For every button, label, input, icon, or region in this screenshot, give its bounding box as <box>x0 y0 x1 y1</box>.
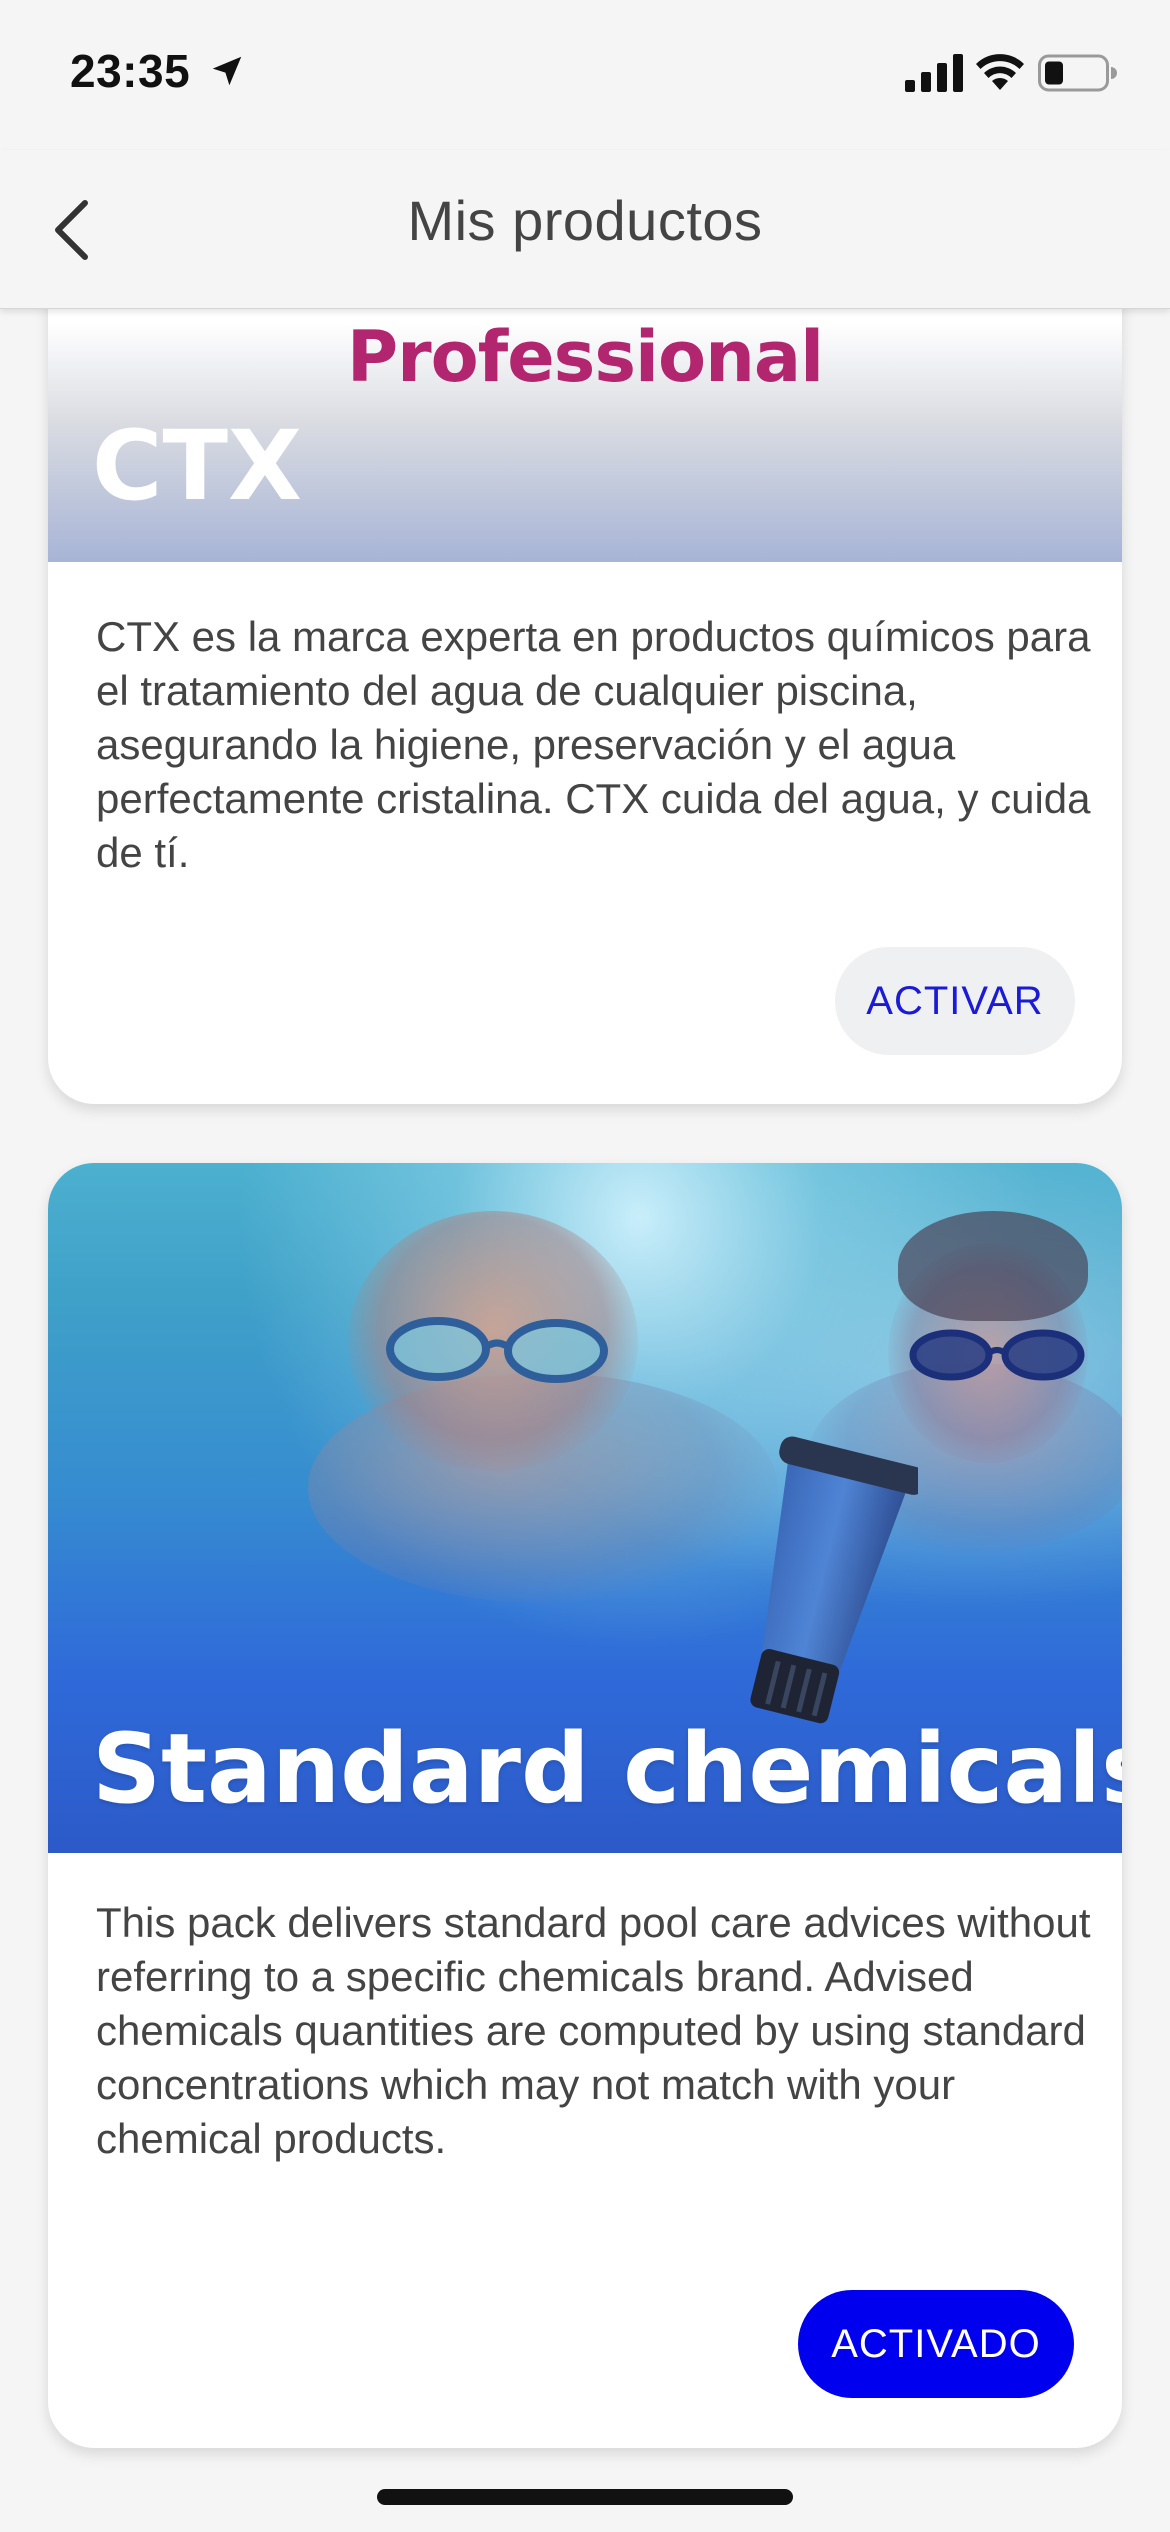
goggles-image <box>386 1317 608 1383</box>
status-bar: 23:35 <box>0 0 1170 150</box>
wifi-icon <box>976 54 1024 90</box>
product-card-standard-chemicals: Standard chemicals This pack delivers st… <box>48 1163 1122 2448</box>
ctx-logo-text: Professional <box>346 316 824 398</box>
page-title: Mis productos <box>407 189 763 252</box>
card-title: CTX <box>92 410 302 522</box>
location-arrow-icon <box>212 56 242 86</box>
cellular-signal-icon <box>905 54 963 92</box>
swimmer-hair-image <box>898 1211 1088 1321</box>
activate-button[interactable]: ACTIVAR <box>835 947 1075 1055</box>
home-indicator[interactable] <box>377 2489 793 2505</box>
battery-icon <box>1038 54 1117 92</box>
standard-chemicals-header-image: Standard chemicals <box>48 1163 1122 1853</box>
product-card-ctx: Professional CTX CTX es la marca experta… <box>48 200 1122 1104</box>
navigation-bar: Mis productos <box>0 150 1170 309</box>
status-time: 23:35 <box>70 45 191 97</box>
card-title: Standard chemicals <box>92 1713 1122 1825</box>
card-description: This pack delivers standard pool care ad… <box>96 1899 1091 2162</box>
goggles-image <box>909 1329 1085 1381</box>
card-description: CTX es la marca experta en productos quí… <box>96 613 1091 876</box>
activated-button[interactable]: ACTIVADO <box>798 2290 1074 2398</box>
